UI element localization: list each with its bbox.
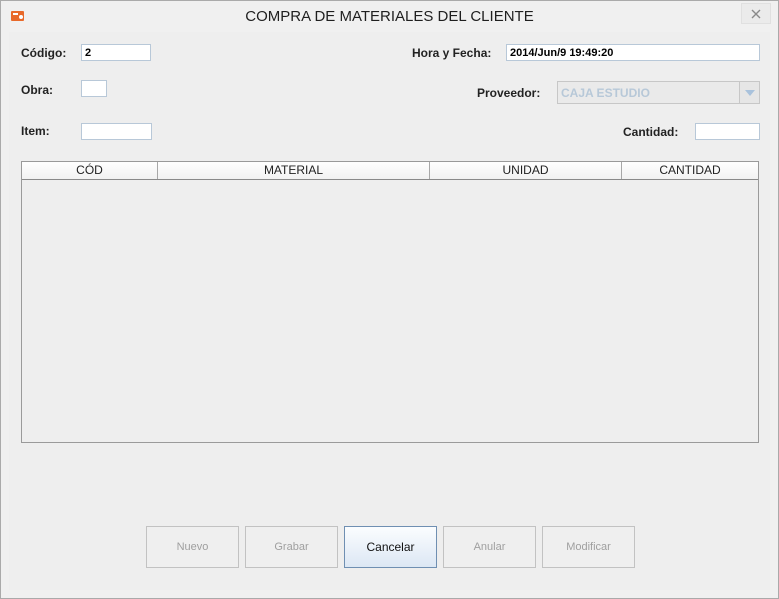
cantidad-field[interactable] [695,123,760,140]
proveedor-combobox[interactable]: CAJA ESTUDIO [557,81,760,104]
proveedor-selected-value: CAJA ESTUDIO [561,86,650,100]
hora-fecha-field[interactable] [506,44,760,61]
cancelar-button[interactable]: Cancelar [344,526,437,568]
obra-label: Obra: [21,83,54,97]
nuevo-button[interactable]: Nuevo [146,526,239,568]
hora-fecha-label: Hora y Fecha: [412,46,492,60]
obra-field[interactable] [81,80,107,97]
proveedor-label: Proveedor: [477,86,541,100]
title-bar: COMPRA DE MATERIALES DEL CLIENTE [1,1,778,32]
item-label: Item: [21,124,50,138]
close-button[interactable] [741,3,771,24]
column-header-cod[interactable]: CÓD [22,162,158,179]
modificar-button[interactable]: Modificar [542,526,635,568]
column-header-unidad[interactable]: UNIDAD [430,162,622,179]
codigo-label: Código: [21,46,67,60]
column-header-material[interactable]: MATERIAL [158,162,430,179]
materials-table[interactable]: CÓD MATERIAL UNIDAD CANTIDAD [21,161,759,443]
codigo-field[interactable] [81,44,151,61]
chevron-down-icon [744,89,755,96]
column-header-cantidad[interactable]: CANTIDAD [622,162,758,179]
anular-button[interactable]: Anular [443,526,536,568]
form-panel: Código: Hora y Fecha: Obra: Proveedor: C… [9,32,770,590]
item-field[interactable] [81,123,152,140]
table-header: CÓD MATERIAL UNIDAD CANTIDAD [22,162,758,180]
main-window: COMPRA DE MATERIALES DEL CLIENTE Código:… [0,0,779,599]
close-icon [751,9,761,18]
cantidad-label: Cantidad: [623,125,679,139]
grabar-button[interactable]: Grabar [245,526,338,568]
table-body [22,180,758,442]
proveedor-dropdown-button[interactable] [739,82,759,103]
window-title: COMPRA DE MATERIALES DEL CLIENTE [245,8,534,25]
